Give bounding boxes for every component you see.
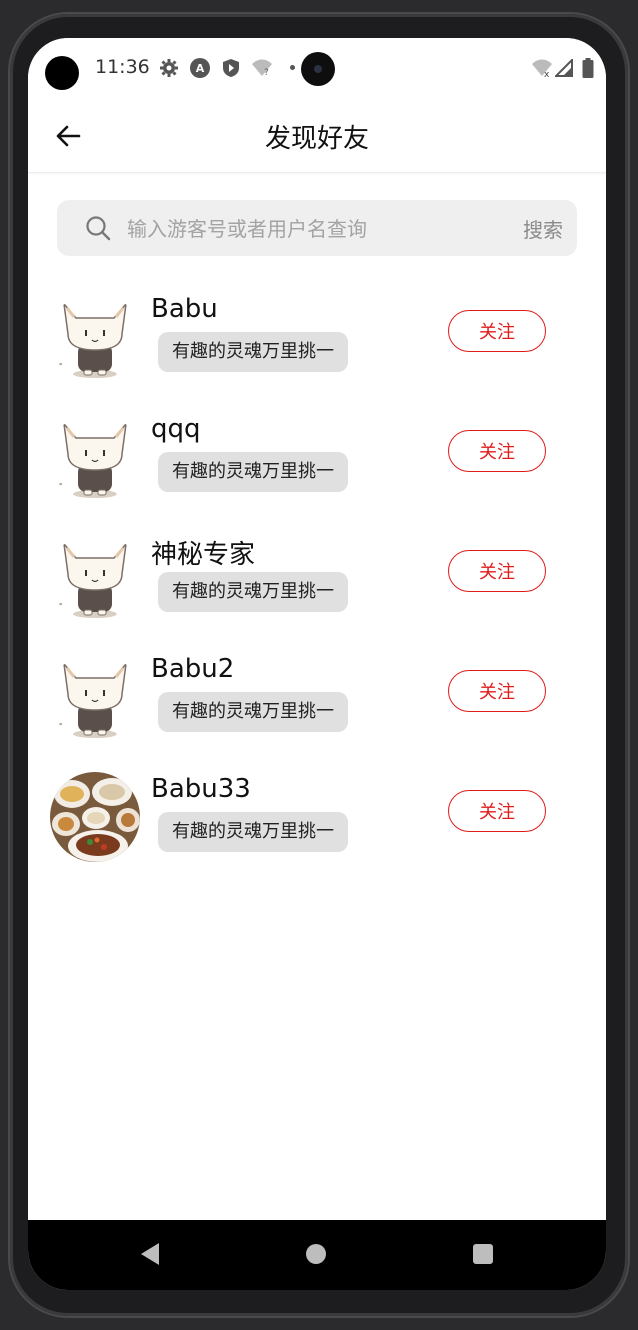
signature-badge: 有趣的灵魂万里挑一 — [158, 572, 348, 612]
cat-avatar-icon — [50, 412, 140, 502]
page-title: 发现好友 — [264, 124, 369, 154]
friend-name: 神秘专家 — [151, 540, 256, 570]
avatar[interactable] — [50, 292, 140, 382]
list-item: Babu33 有趣的灵魂万里挑一 关注 — [28, 772, 606, 882]
friend-name: qqq — [151, 414, 201, 444]
system-nav-bar — [28, 1220, 606, 1290]
follow-button[interactable]: 关注 — [448, 790, 546, 832]
avatar[interactable] — [50, 412, 140, 502]
avatar[interactable] — [50, 652, 140, 742]
triangle-back-icon — [141, 1243, 159, 1265]
follow-button[interactable]: 关注 — [448, 670, 546, 712]
search-button[interactable]: 搜索 — [523, 214, 563, 243]
app-header: 发现好友 — [28, 100, 606, 173]
friend-name: Babu — [151, 294, 218, 324]
battery-icon — [577, 57, 599, 79]
signature-badge: 有趣的灵魂万里挑一 — [158, 812, 348, 852]
signature-badge: 有趣的灵魂万里挑一 — [158, 332, 348, 372]
cat-avatar-icon — [50, 652, 140, 742]
status-time: 11:36 — [95, 56, 150, 78]
a-icon: A — [189, 57, 211, 79]
svg-text:?: ? — [264, 68, 269, 78]
cat-avatar-icon — [50, 292, 140, 382]
follow-button[interactable]: 关注 — [448, 550, 546, 592]
settings-icon — [158, 57, 180, 79]
status-bar: 11:36 A ? x — [28, 38, 606, 100]
search-box: 搜索 — [57, 200, 577, 258]
list-item: 神秘专家 有趣的灵魂万里挑一 关注 — [28, 532, 606, 642]
phone-screen: 11:36 A ? x 发现好友 输入游客号或者用户名查询 搜索 Babu 有趣… — [28, 38, 606, 1290]
friend-name: Babu2 — [151, 654, 235, 684]
cat-avatar-icon — [50, 532, 140, 622]
food-photo-avatar-icon — [50, 772, 140, 862]
wifi-off-icon: x — [531, 57, 553, 79]
notification-dot — [290, 65, 295, 70]
signature-badge: 有趣的灵魂万里挑一 — [158, 452, 348, 492]
list-item: Babu2 有趣的灵魂万里挑一 关注 — [28, 652, 606, 762]
camera-hole — [45, 56, 79, 90]
wifi-question-icon: ? — [251, 57, 273, 79]
follow-button[interactable]: 关注 — [448, 430, 546, 472]
shield-play-icon — [220, 57, 242, 79]
svg-text:x: x — [544, 70, 550, 78]
search-icon — [86, 216, 111, 241]
list-item: Babu 有趣的灵魂万里挑一 关注 — [28, 292, 606, 402]
nav-home-button[interactable] — [306, 1244, 326, 1264]
front-camera — [301, 52, 335, 86]
friend-name: Babu33 — [151, 774, 251, 804]
avatar[interactable] — [50, 532, 140, 622]
follow-button[interactable]: 关注 — [448, 310, 546, 352]
nav-recents-button[interactable] — [473, 1244, 493, 1264]
signal-icon — [553, 57, 575, 79]
avatar[interactable] — [50, 772, 140, 862]
signature-badge: 有趣的灵魂万里挑一 — [158, 692, 348, 732]
list-item: qqq 有趣的灵魂万里挑一 关注 — [28, 412, 606, 522]
search-input[interactable] — [125, 200, 509, 258]
nav-back-button[interactable] — [140, 1242, 160, 1270]
